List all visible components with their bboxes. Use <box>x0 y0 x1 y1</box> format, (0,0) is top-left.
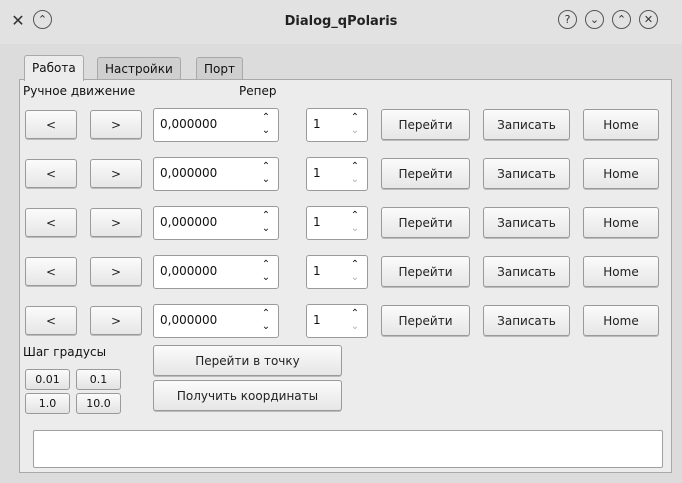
spin-down-icon[interactable]: ⌄ <box>260 223 272 235</box>
home-button[interactable]: Home <box>583 207 659 238</box>
tab-port[interactable]: Порт <box>196 57 243 80</box>
tab-work[interactable]: Работа <box>24 55 84 81</box>
spin-arrows: ⌃ ⌄ <box>347 159 363 187</box>
spin-arrows: ⌃ ⌄ <box>347 208 363 236</box>
home-button[interactable]: Home <box>583 158 659 189</box>
step-button-0-01[interactable]: 0.01 <box>25 369 70 390</box>
reper-value: 1 <box>313 117 321 131</box>
home-button[interactable]: Home <box>583 109 659 140</box>
spin-arrows: ⌃ ⌄ <box>258 110 274 138</box>
jog-right-button[interactable]: > <box>90 110 142 139</box>
position-spinbox[interactable]: 0,000000 ⌃ ⌄ <box>153 255 279 289</box>
dialog-window: ✕ ⌃ Dialog_qPolaris ? ⌄ ⌃ ✕ Работа Настр… <box>0 0 682 483</box>
position-value: 0,000000 <box>160 117 218 131</box>
reper-spinbox[interactable]: 1 ⌃ ⌄ <box>306 157 368 191</box>
tab-settings[interactable]: Настройки <box>97 57 181 80</box>
spin-arrows: ⌃ ⌄ <box>258 306 274 334</box>
minimize-icon[interactable]: ⌄ <box>585 10 604 29</box>
jog-right-button[interactable]: > <box>90 306 142 335</box>
goto-button[interactable]: Перейти <box>381 207 470 238</box>
jog-left-button[interactable]: < <box>25 159 77 188</box>
jog-right-button[interactable]: > <box>90 257 142 286</box>
position-spinbox[interactable]: 0,000000 ⌃ ⌄ <box>153 206 279 240</box>
reper-value: 1 <box>313 215 321 229</box>
spin-up-icon[interactable]: ⌃ <box>349 210 361 222</box>
goto-button[interactable]: Перейти <box>381 305 470 336</box>
spin-arrows: ⌃ ⌄ <box>347 110 363 138</box>
spin-down-icon: ⌄ <box>350 321 360 332</box>
spin-up-icon[interactable]: ⌃ <box>260 112 272 124</box>
reper-value: 1 <box>313 313 321 327</box>
step-button-0-1[interactable]: 0.1 <box>76 369 121 390</box>
write-button[interactable]: Записать <box>483 256 570 287</box>
close-icon[interactable]: ✕ <box>639 10 658 29</box>
reper-spinbox[interactable]: 1 ⌃ ⌄ <box>306 255 368 289</box>
reper-spinbox[interactable]: 1 ⌃ ⌄ <box>306 108 368 142</box>
jog-right-button[interactable]: > <box>90 159 142 188</box>
manual-move-label: Ручное движение <box>23 84 136 98</box>
spin-down-icon: ⌄ <box>350 125 360 136</box>
position-value: 0,000000 <box>160 313 218 327</box>
spin-down-icon[interactable]: ⌄ <box>260 174 272 186</box>
spin-arrows: ⌃ ⌄ <box>258 159 274 187</box>
home-button[interactable]: Home <box>583 256 659 287</box>
spin-arrows: ⌃ ⌄ <box>258 257 274 285</box>
home-button[interactable]: Home <box>583 305 659 336</box>
step-button-1-0[interactable]: 1.0 <box>25 393 70 414</box>
spin-arrows: ⌃ ⌄ <box>258 208 274 236</box>
spin-up-icon[interactable]: ⌃ <box>349 308 361 320</box>
spin-down-icon[interactable]: ⌄ <box>260 125 272 137</box>
status-field <box>33 430 663 468</box>
goto-button[interactable]: Перейти <box>381 256 470 287</box>
write-button[interactable]: Записать <box>483 109 570 140</box>
goto-button[interactable]: Перейти <box>381 109 470 140</box>
reper-value: 1 <box>313 166 321 180</box>
position-value: 0,000000 <box>160 264 218 278</box>
write-button[interactable]: Записать <box>483 207 570 238</box>
spin-arrows: ⌃ ⌄ <box>347 257 363 285</box>
spin-up-icon[interactable]: ⌃ <box>260 308 272 320</box>
jog-right-button[interactable]: > <box>90 208 142 237</box>
jog-left-button[interactable]: < <box>25 306 77 335</box>
spin-up-icon[interactable]: ⌃ <box>349 259 361 271</box>
step-button-10-0[interactable]: 10.0 <box>76 393 121 414</box>
jog-left-button[interactable]: < <box>25 208 77 237</box>
write-button[interactable]: Записать <box>483 305 570 336</box>
get-coordinates-button[interactable]: Получить координаты <box>153 380 342 411</box>
window-title: Dialog_qPolaris <box>284 14 398 29</box>
spin-arrows: ⌃ ⌄ <box>347 306 363 334</box>
maximize-icon[interactable]: ⌃ <box>612 10 631 29</box>
reper-spinbox[interactable]: 1 ⌃ ⌄ <box>306 304 368 338</box>
reper-value: 1 <box>313 264 321 278</box>
spin-down-icon: ⌄ <box>350 223 360 234</box>
step-degrees-label: Шаг градусы <box>23 345 107 359</box>
goto-button[interactable]: Перейти <box>381 158 470 189</box>
position-spinbox[interactable]: 0,000000 ⌃ ⌄ <box>153 304 279 338</box>
position-value: 0,000000 <box>160 166 218 180</box>
position-spinbox[interactable]: 0,000000 ⌃ ⌄ <box>153 157 279 191</box>
spin-up-icon[interactable]: ⌃ <box>349 112 361 124</box>
spin-up-icon[interactable]: ⌃ <box>260 259 272 271</box>
spin-down-icon[interactable]: ⌄ <box>260 321 272 333</box>
help-icon[interactable]: ? <box>558 10 577 29</box>
position-value: 0,000000 <box>160 215 218 229</box>
spin-up-icon[interactable]: ⌃ <box>260 210 272 222</box>
title-bar: ✕ ⌃ Dialog_qPolaris ? ⌄ ⌃ ✕ <box>0 0 682 44</box>
position-spinbox[interactable]: 0,000000 ⌃ ⌄ <box>153 108 279 142</box>
jog-left-button[interactable]: < <box>25 110 77 139</box>
spin-down-icon[interactable]: ⌄ <box>260 272 272 284</box>
spin-down-icon: ⌄ <box>350 174 360 185</box>
reper-label: Репер <box>239 84 277 98</box>
goto-point-button[interactable]: Перейти в точку <box>153 345 342 376</box>
jog-left-button[interactable]: < <box>25 257 77 286</box>
spin-up-icon[interactable]: ⌃ <box>260 161 272 173</box>
write-button[interactable]: Записать <box>483 158 570 189</box>
spin-down-icon: ⌄ <box>350 272 360 283</box>
spin-up-icon[interactable]: ⌃ <box>349 161 361 173</box>
reper-spinbox[interactable]: 1 ⌃ ⌄ <box>306 206 368 240</box>
